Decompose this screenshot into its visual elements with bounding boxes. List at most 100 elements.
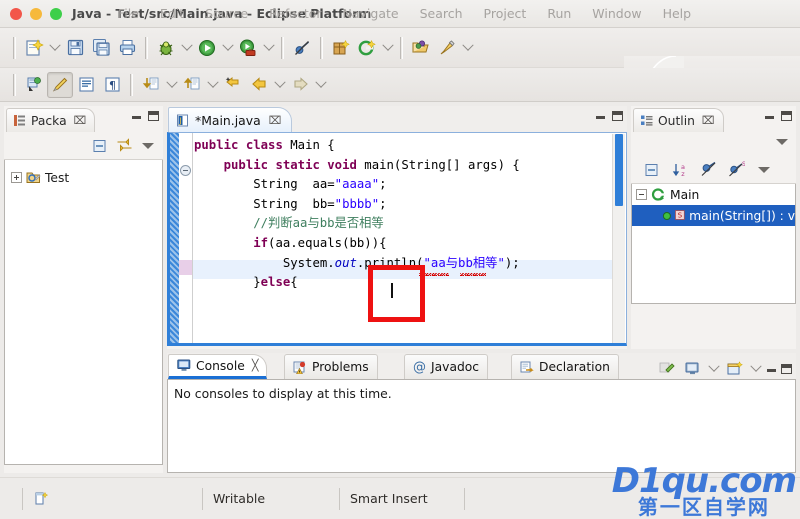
outline-maximize-icon[interactable] <box>781 111 792 121</box>
print-icon[interactable] <box>114 35 140 61</box>
toolbar-grip-3[interactable] <box>281 36 284 59</box>
minimize-window-button[interactable] <box>30 8 42 20</box>
package-explorer-view-menu-chevron[interactable] <box>137 135 159 157</box>
editor-vertical-scrollbar[interactable] <box>612 134 625 343</box>
menu-item-file[interactable]: File <box>118 6 139 21</box>
package-explorer-maximize-icon[interactable] <box>148 111 159 121</box>
outline-collapse-toggle[interactable] <box>636 189 647 200</box>
menu-item-run[interactable]: Run <box>547 6 571 21</box>
zoom-window-button[interactable] <box>50 8 62 20</box>
block-selection-icon[interactable] <box>73 72 99 98</box>
collapse-all-icon[interactable] <box>89 135 111 157</box>
previous-annotation-icon[interactable] <box>179 72 205 98</box>
code-line: //判断aa与bb是否相等 <box>253 216 384 231</box>
editor-scrollbar-thumb[interactable] <box>615 134 623 206</box>
tree-expand-toggle[interactable] <box>11 172 22 183</box>
editor-toolbar-grip[interactable] <box>13 73 16 96</box>
outline-item-main-method[interactable]: S main(String[]) : v <box>632 205 795 226</box>
editor-close-icon[interactable]: ⌧ <box>269 114 282 127</box>
menu-item-help[interactable]: Help <box>663 6 692 21</box>
hide-static-icon[interactable]: S <box>725 159 747 181</box>
code-fold-marker[interactable] <box>180 165 191 176</box>
editor-toolbar: ¶ <box>0 68 800 102</box>
package-explorer-close-icon[interactable]: ⌧ <box>74 114 87 127</box>
outline-tree[interactable]: Main S main(String[]) : v <box>631 184 796 304</box>
console-close-icon[interactable]: ╳ <box>252 359 259 372</box>
toolbar-grip-5[interactable] <box>400 36 403 59</box>
display-console-icon[interactable] <box>682 358 704 380</box>
console-minimize-icon[interactable] <box>766 365 777 374</box>
debug-icon[interactable] <box>153 35 179 61</box>
hide-fields-icon[interactable] <box>697 159 719 181</box>
mark-occurrences-icon[interactable] <box>47 71 73 98</box>
menu-item-project[interactable]: Project <box>484 6 527 21</box>
package-explorer-minimize-icon[interactable] <box>131 112 142 121</box>
skip-breakpoints-icon[interactable] <box>289 35 315 61</box>
external-tools-chevron[interactable] <box>460 35 475 61</box>
menu-item-navigate[interactable]: Navigate <box>343 6 399 21</box>
show-whitespace-icon[interactable]: ¶ <box>99 72 125 98</box>
package-explorer-tree[interactable]: Test <box>4 160 163 465</box>
tab-javadoc[interactable]: @ Javadoc <box>404 354 489 379</box>
open-console-icon[interactable] <box>724 358 746 380</box>
save-all-icon[interactable] <box>88 35 114 61</box>
outline-item-main-class[interactable]: Main <box>632 184 795 205</box>
tab-main-java[interactable]: J *Main.java ⌧ <box>168 107 293 135</box>
back-chevron[interactable] <box>272 72 287 98</box>
editor-maximize-icon[interactable] <box>612 111 623 121</box>
main-toolbar: ” <box>0 28 800 106</box>
outline-view-menu-row <box>631 132 796 156</box>
new-dropdown-chevron[interactable] <box>47 35 62 61</box>
sort-icon[interactable]: a z <box>669 159 691 181</box>
close-window-button[interactable] <box>10 8 22 20</box>
editor-minimize-icon[interactable] <box>595 112 606 121</box>
new-wizard-icon[interactable] <box>21 35 47 61</box>
menu-item-window[interactable]: Window <box>592 6 641 21</box>
tab-package-explorer[interactable]: Packa ⌧ <box>6 108 96 132</box>
run-icon[interactable] <box>194 35 220 61</box>
outline-toolbar-chevron[interactable] <box>753 159 775 181</box>
previous-annotation-chevron[interactable] <box>205 72 220 98</box>
console-output-area[interactable]: No consoles to display at this time. <box>167 379 796 473</box>
run-dropdown-chevron[interactable] <box>220 35 235 61</box>
menu-item-search[interactable]: Search <box>420 6 463 21</box>
toolbar-grip-4[interactable] <box>320 36 323 59</box>
tab-console[interactable]: Console ╳ <box>168 354 268 379</box>
save-icon[interactable] <box>62 35 88 61</box>
source-code[interactable]: public class Main { public static void m… <box>194 136 520 293</box>
debug-dropdown-chevron[interactable] <box>179 35 194 61</box>
forward-chevron[interactable] <box>313 72 328 98</box>
new-class-dropdown-chevron[interactable] <box>380 35 395 61</box>
tab-problems[interactable]: Problems <box>284 354 378 379</box>
editor-gutter[interactable] <box>179 133 193 343</box>
new-package-icon[interactable] <box>328 35 354 61</box>
toolbar-grip-2[interactable] <box>145 36 148 59</box>
coverage-dropdown-chevron[interactable] <box>261 35 276 61</box>
menu-item-refactor[interactable]: Refactor <box>269 6 321 21</box>
external-tools-icon[interactable] <box>434 35 460 61</box>
forward-icon[interactable] <box>287 72 313 98</box>
collapse-all-icon[interactable] <box>641 159 663 181</box>
tab-declaration[interactable]: Declaration <box>511 354 619 379</box>
toolbar-grip[interactable] <box>13 36 16 59</box>
menu-item-source[interactable]: Source <box>205 6 248 21</box>
outline-close-icon[interactable]: ⌧ <box>702 114 715 127</box>
outline-minimize-icon[interactable] <box>764 112 775 121</box>
clear-console-icon[interactable] <box>656 358 678 380</box>
back-icon[interactable] <box>246 72 272 98</box>
link-with-editor-icon[interactable] <box>113 135 135 157</box>
console-maximize-icon[interactable] <box>781 364 792 374</box>
outline-view-menu-chevron[interactable] <box>776 139 788 145</box>
new-class-icon[interactable] <box>354 35 380 61</box>
tree-item-test[interactable]: Test <box>5 168 162 187</box>
link-with-editor-icon[interactable] <box>21 72 47 98</box>
open-type-icon[interactable] <box>408 35 434 61</box>
outline-item-label: main(String[]) : v <box>689 208 795 223</box>
next-annotation-chevron[interactable] <box>164 72 179 98</box>
next-annotation-icon[interactable] <box>138 72 164 98</box>
coverage-icon[interactable] <box>235 35 261 61</box>
tab-outline[interactable]: Outlin ⌧ <box>633 108 724 132</box>
nav-toolbar-grip[interactable] <box>130 73 133 96</box>
last-edit-location-icon[interactable] <box>220 72 246 98</box>
menu-item-edit[interactable]: Edit <box>160 6 184 21</box>
